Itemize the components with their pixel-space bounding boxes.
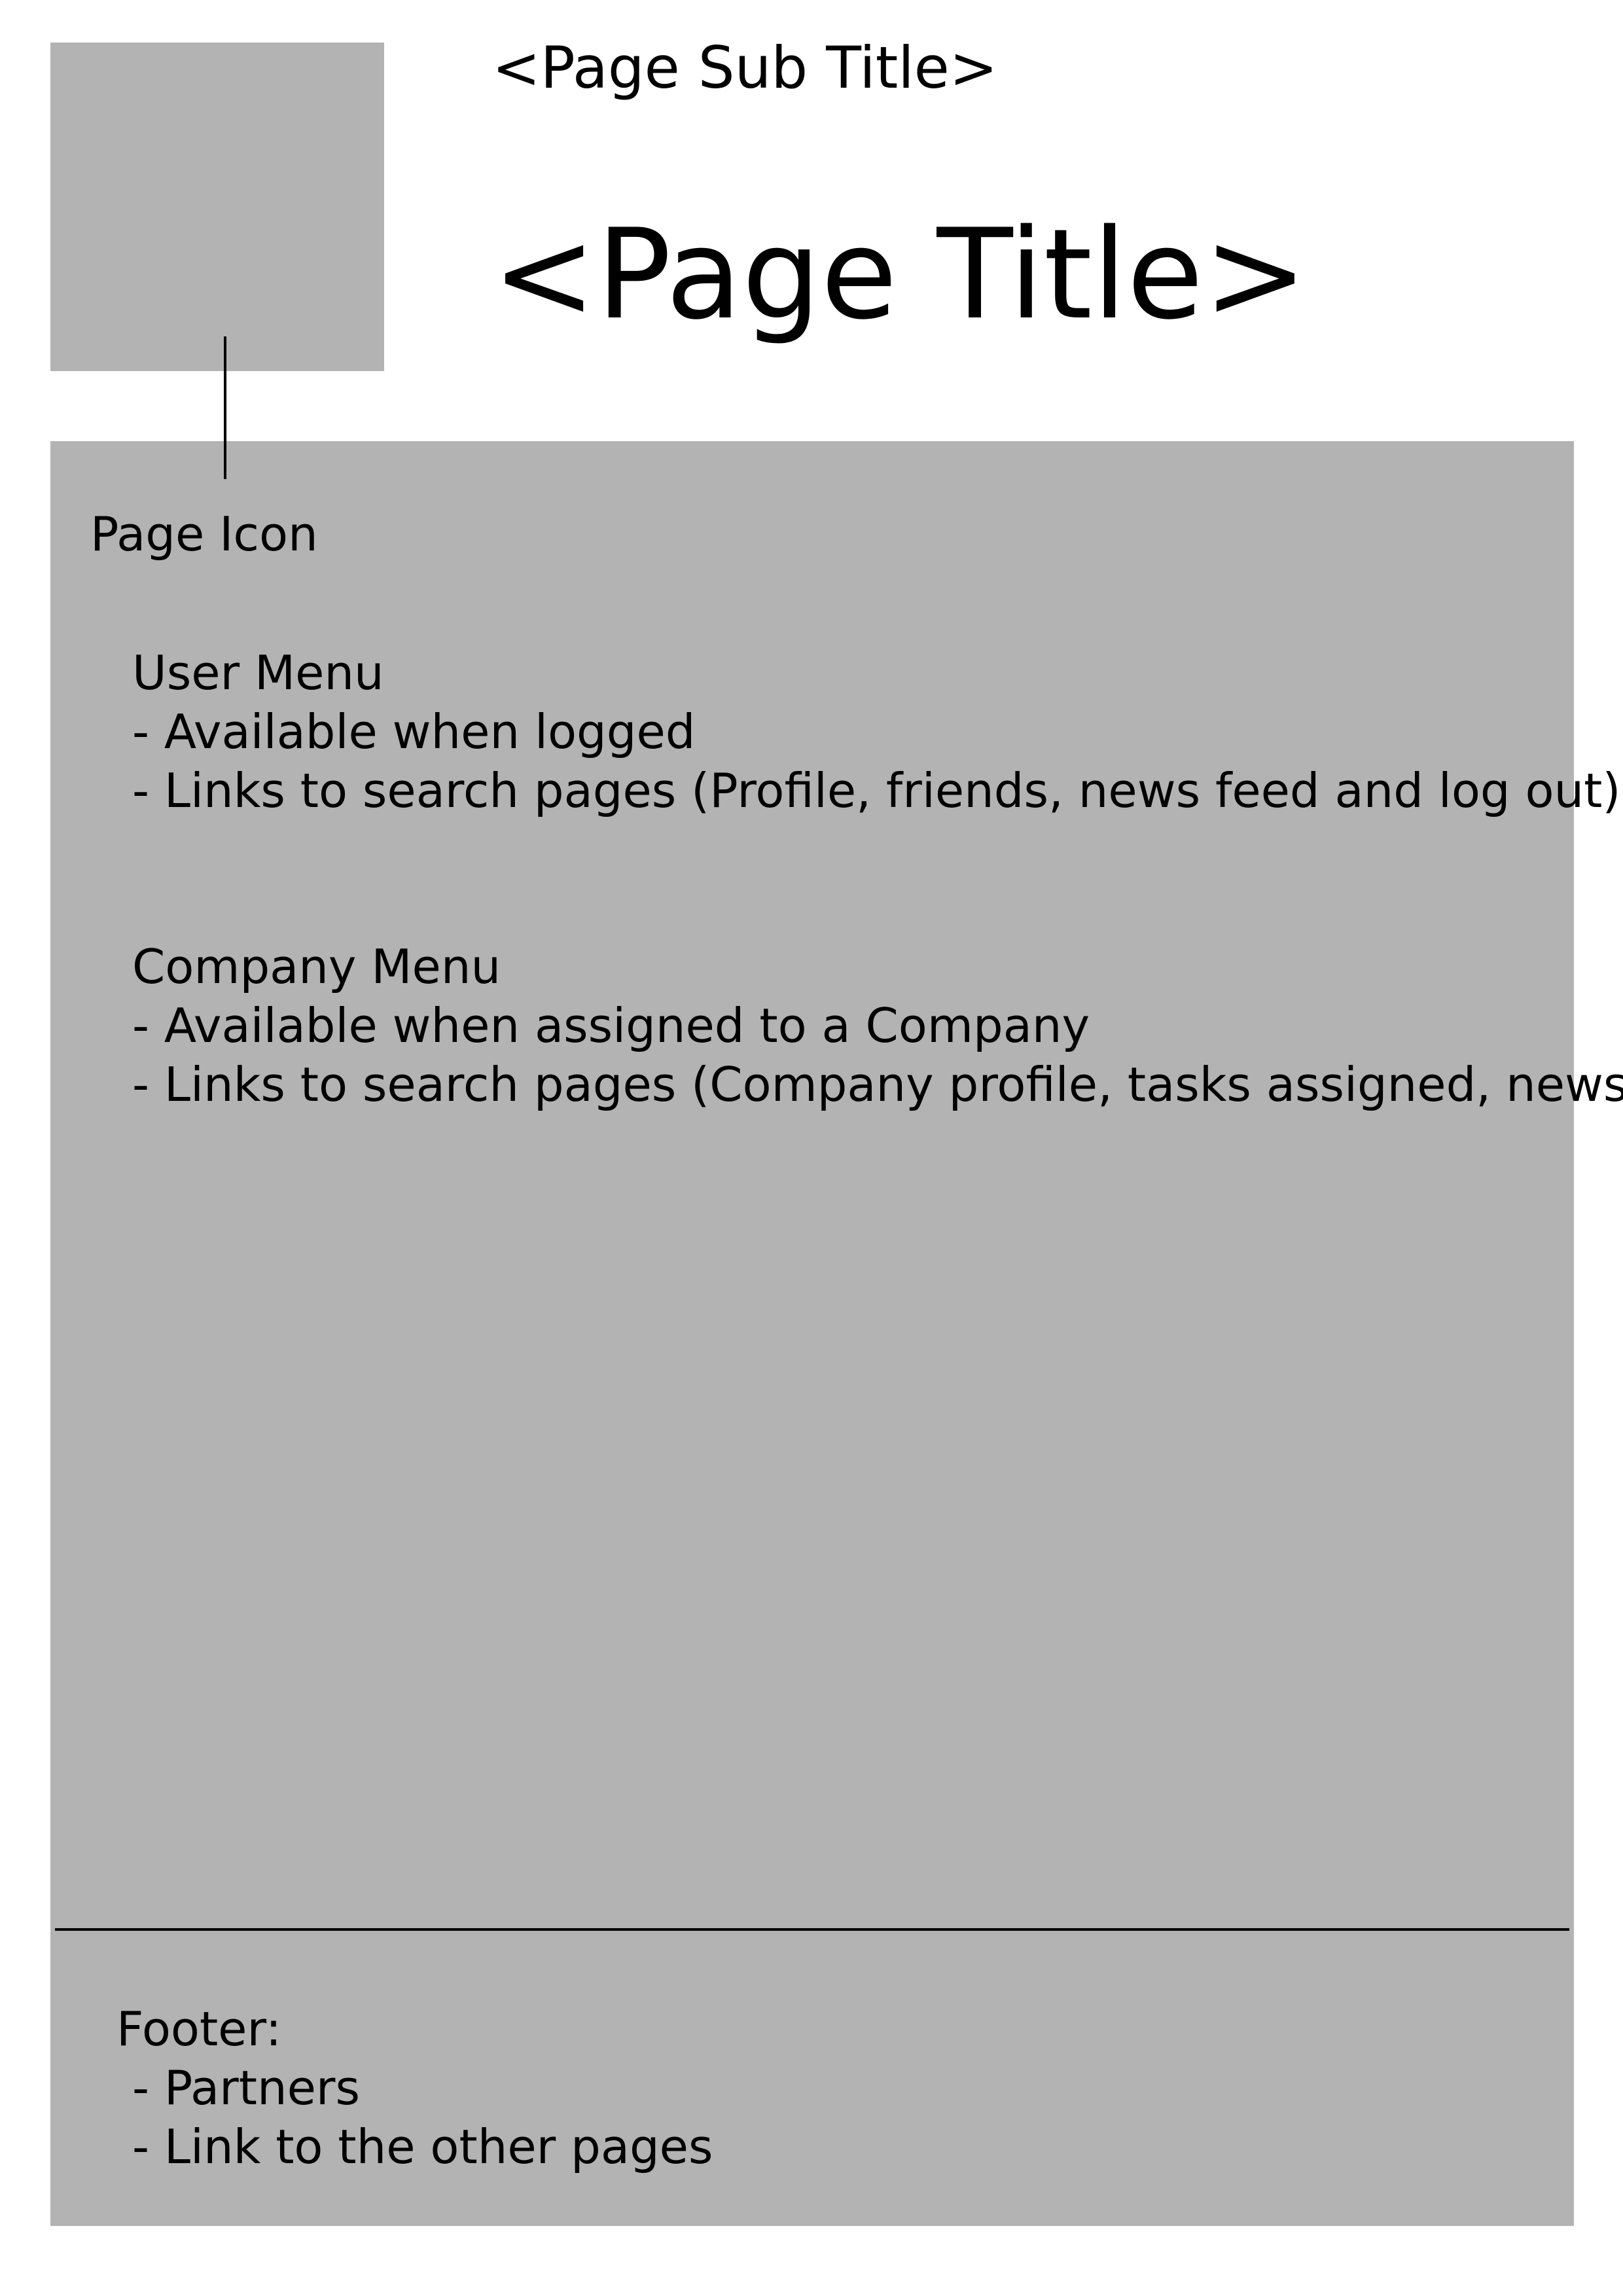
company-menu-heading: Company Menu xyxy=(132,939,501,994)
user-menu-item: - Available when logged xyxy=(132,704,696,759)
user-menu-annotation: User Menu - Available when logged - Link… xyxy=(132,643,1621,820)
page-icon-callout-line xyxy=(224,336,226,479)
company-menu-item: - Links to search pages (Company profile… xyxy=(132,1057,1623,1112)
page-icon-placeholder xyxy=(50,43,384,371)
company-menu-item: - Available when assigned to a Company xyxy=(132,998,1090,1053)
footer-heading: Footer: xyxy=(116,2001,282,2056)
page-subtitle: <Page Sub Title> xyxy=(492,34,998,101)
company-menu-annotation: Company Menu - Available when assigned t… xyxy=(132,937,1623,1114)
user-menu-heading: User Menu xyxy=(132,645,384,700)
footer-item: - Link to the other pages xyxy=(132,2119,713,2174)
user-menu-item: - Links to search pages (Profile, friend… xyxy=(132,763,1621,818)
page-title: <Page Title> xyxy=(492,202,1308,347)
footer-divider xyxy=(55,1928,1569,1931)
page-icon-label: Page Icon xyxy=(90,507,318,562)
footer-item: - Partners xyxy=(132,2060,361,2115)
